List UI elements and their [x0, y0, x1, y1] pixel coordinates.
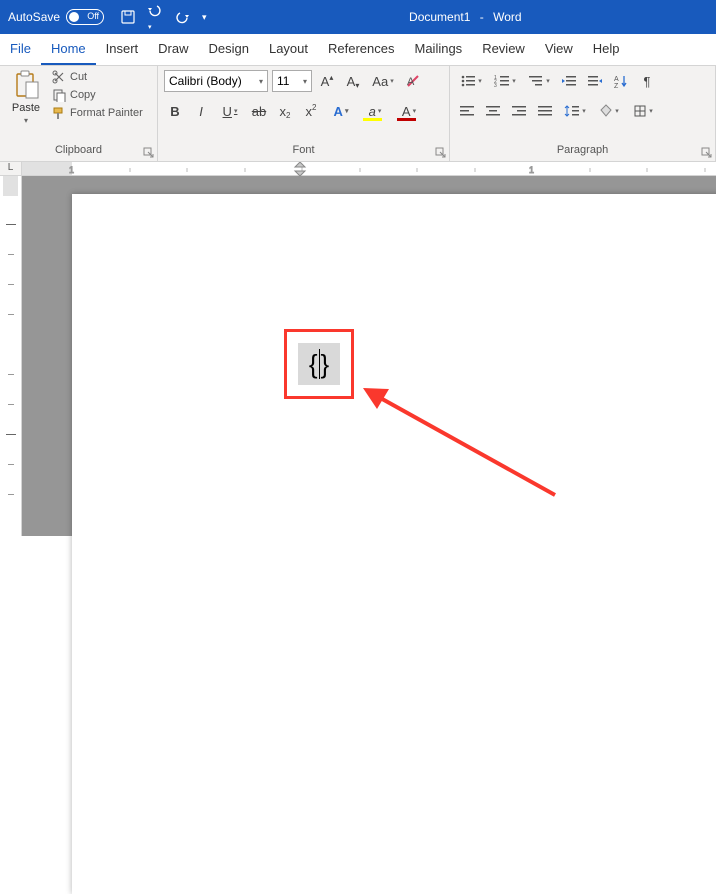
clear-formatting-button[interactable]: A: [402, 70, 424, 92]
increase-indent-button[interactable]: [584, 70, 606, 92]
qat-more-icon[interactable]: ▾: [202, 12, 207, 23]
align-left-button[interactable]: [456, 100, 478, 122]
chevron-down-icon: ▾: [24, 116, 28, 125]
scissors-icon: [52, 70, 66, 84]
shrink-font-button[interactable]: A▾: [342, 70, 364, 92]
annotation-arrow: [355, 375, 565, 505]
tab-mailings[interactable]: Mailings: [405, 34, 473, 65]
subscript-button[interactable]: x2: [274, 100, 296, 122]
clipboard-launcher[interactable]: [143, 147, 155, 159]
underline-button[interactable]: U▾: [216, 100, 244, 122]
sort-button[interactable]: AZ: [610, 70, 632, 92]
save-icon[interactable]: [120, 9, 136, 25]
paragraph-launcher[interactable]: [701, 147, 713, 159]
multilevel-list-button[interactable]: ▾: [524, 70, 554, 92]
grow-font-button[interactable]: A▴: [316, 70, 338, 92]
page[interactable]: { }: [72, 194, 716, 894]
font-size-select[interactable]: 11▾: [272, 70, 312, 92]
paste-button[interactable]: Paste ▾: [6, 70, 46, 125]
group-label-font: Font: [164, 143, 443, 159]
ribbon-tabs: File Home Insert Draw Design Layout Refe…: [0, 34, 716, 66]
show-marks-button[interactable]: ¶: [636, 70, 658, 92]
paste-icon: [13, 70, 39, 100]
font-color-button[interactable]: A▾: [394, 100, 424, 122]
copy-button[interactable]: Copy: [52, 88, 143, 102]
ruler-mark: 1: [69, 165, 74, 175]
tab-view[interactable]: View: [535, 34, 583, 65]
change-case-button[interactable]: Aa▾: [368, 70, 398, 92]
app-name: Word: [493, 10, 521, 24]
bullets-button[interactable]: ▾: [456, 70, 486, 92]
svg-text:A: A: [614, 76, 619, 83]
tab-help[interactable]: Help: [583, 34, 630, 65]
justify-button[interactable]: [534, 100, 556, 122]
text-cursor: [319, 349, 320, 379]
ribbon: Paste ▾ Cut Copy Format Painter Clipboar…: [0, 66, 716, 162]
paintbrush-icon: [52, 106, 66, 120]
font-name-select[interactable]: Calibri (Body)▾: [164, 70, 268, 92]
borders-button[interactable]: ▾: [628, 100, 658, 122]
tab-review[interactable]: Review: [472, 34, 535, 65]
horizontal-ruler[interactable]: 1 1: [22, 162, 716, 176]
group-label-paragraph: Paragraph: [456, 143, 709, 159]
decrease-indent-button[interactable]: [558, 70, 580, 92]
align-center-button[interactable]: [482, 100, 504, 122]
tab-file[interactable]: File: [0, 34, 41, 65]
tab-layout[interactable]: Layout: [259, 34, 318, 65]
copy-icon: [52, 88, 66, 102]
tab-home[interactable]: Home: [41, 34, 96, 65]
numbering-button[interactable]: 123▾: [490, 70, 520, 92]
ruler-corner[interactable]: L: [0, 162, 22, 176]
align-right-button[interactable]: [508, 100, 530, 122]
svg-text:A: A: [407, 76, 415, 88]
chevron-down-icon: ▾: [259, 77, 263, 86]
autosave-label: AutoSave: [8, 10, 60, 24]
svg-text:Z: Z: [614, 83, 619, 88]
brace-left: {: [309, 349, 318, 380]
font-launcher[interactable]: [435, 147, 447, 159]
tab-references[interactable]: References: [318, 34, 404, 65]
chevron-down-icon: ▾: [303, 77, 307, 86]
shading-button[interactable]: ▾: [594, 100, 624, 122]
italic-button[interactable]: I: [190, 100, 212, 122]
format-painter-button[interactable]: Format Painter: [52, 106, 143, 120]
field-code-highlight: { }: [284, 329, 354, 399]
tab-insert[interactable]: Insert: [96, 34, 149, 65]
field-code[interactable]: { }: [298, 343, 340, 385]
tab-design[interactable]: Design: [199, 34, 259, 65]
brace-right: }: [321, 349, 330, 380]
line-spacing-button[interactable]: ▾: [560, 100, 590, 122]
superscript-button[interactable]: x2: [300, 100, 322, 122]
cut-button[interactable]: Cut: [52, 70, 143, 84]
redo-icon[interactable]: [176, 9, 192, 25]
bold-button[interactable]: B: [164, 100, 186, 122]
highlight-button[interactable]: a▾: [360, 100, 390, 122]
text-effects-button[interactable]: A▾: [326, 100, 356, 122]
undo-icon[interactable]: ▾: [146, 2, 166, 32]
document-name: Document1: [409, 10, 470, 24]
autosave-toggle[interactable]: Off: [66, 9, 104, 25]
vertical-ruler[interactable]: [0, 176, 22, 536]
svg-text:1: 1: [529, 165, 534, 175]
strikethrough-button[interactable]: ab: [248, 100, 270, 122]
group-label-clipboard: Clipboard: [6, 143, 151, 159]
svg-text:3: 3: [494, 83, 497, 88]
title-separator: -: [480, 10, 484, 24]
tab-draw[interactable]: Draw: [148, 34, 198, 65]
